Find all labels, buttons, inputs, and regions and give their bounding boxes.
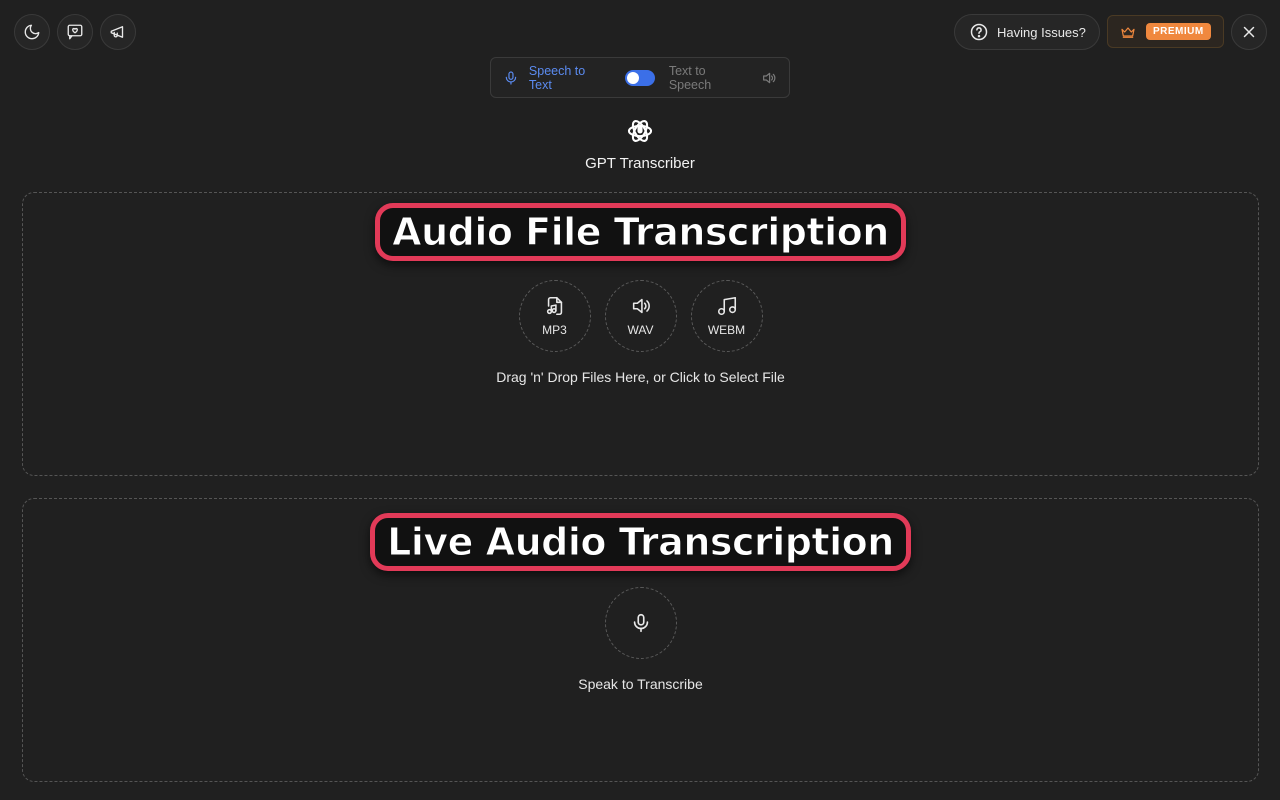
live-transcription-panel: Live Audio Transcription Speak to Transc… (22, 498, 1259, 782)
question-circle-icon (970, 23, 988, 41)
format-label: WAV (627, 323, 654, 337)
music-note-icon (717, 296, 736, 316)
feedback-button[interactable] (57, 14, 93, 50)
gpt-logo-icon (627, 120, 653, 142)
format-label: MP3 (542, 323, 567, 337)
app-title: GPT Transcriber (585, 155, 695, 172)
toggle-knob (626, 71, 639, 84)
microphone-icon (505, 70, 517, 85)
announcements-button[interactable] (100, 14, 136, 50)
record-microphone-button[interactable] (605, 587, 677, 659)
having-issues-button[interactable]: Having Issues? (954, 14, 1100, 50)
format-mp3-button[interactable]: MP3 (518, 280, 591, 352)
crown-icon (1121, 26, 1135, 38)
format-wav-button[interactable]: WAV (604, 280, 677, 352)
megaphone-icon (110, 26, 124, 38)
moon-icon (24, 24, 40, 40)
mode-switch: Speech to Text Text to Speech (490, 57, 790, 98)
file-panel-title: Audio File Transcription (375, 203, 906, 261)
format-label: WEBM (707, 323, 746, 337)
live-panel-title-wrap: Live Audio Transcription (23, 513, 1258, 571)
mode-toggle-switch[interactable] (624, 69, 655, 86)
close-icon (1243, 26, 1255, 38)
text-to-speech-option[interactable]: Text to Speech (669, 64, 751, 92)
file-upload-dropzone[interactable]: Audio File Transcription MP3 WAV WEBM Dr… (22, 192, 1259, 476)
speech-to-text-option[interactable]: Speech to Text (529, 64, 611, 92)
live-panel-title: Live Audio Transcription (370, 513, 911, 571)
drop-instructions: Drag 'n' Drop Files Here, or Click to Se… (496, 369, 785, 385)
speak-instructions: Speak to Transcribe (578, 676, 703, 692)
speaker-icon (763, 72, 776, 83)
having-issues-label: Having Issues? (997, 24, 1086, 40)
speaker-icon (632, 298, 650, 314)
chat-heart-icon (67, 24, 83, 40)
premium-badge: PREMIUM (1146, 23, 1211, 40)
format-webm-button[interactable]: WEBM (690, 280, 763, 352)
microphone-icon (633, 613, 649, 633)
format-list: MP3 WAV WEBM (23, 280, 1258, 352)
music-file-icon (546, 296, 562, 316)
file-panel-title-wrap: Audio File Transcription (23, 203, 1258, 261)
premium-button[interactable]: PREMIUM (1107, 15, 1224, 48)
dark-mode-toggle-button[interactable] (14, 14, 50, 50)
close-button[interactable] (1231, 14, 1267, 50)
